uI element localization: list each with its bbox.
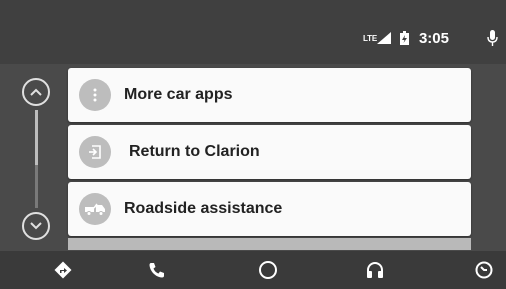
- list-item-label: More car apps: [124, 86, 233, 103]
- status-bar: LTE 3:05: [0, 0, 506, 64]
- list-item-roadside-assistance[interactable]: Roadside assistance: [68, 182, 471, 236]
- next-list-item-peek: [68, 238, 471, 250]
- list-item-label: Roadside assistance: [124, 200, 283, 217]
- signal-icon: [376, 32, 391, 44]
- microphone-icon[interactable]: [487, 30, 498, 46]
- recent-icon[interactable]: [472, 258, 496, 282]
- audio-icon[interactable]: [363, 258, 387, 282]
- chevron-down-icon: [30, 222, 42, 230]
- network-type: LTE: [363, 33, 377, 43]
- navigation-icon[interactable]: [51, 258, 75, 282]
- clock: 3:05: [418, 29, 449, 47]
- chevron-up-icon: [30, 88, 42, 96]
- list-item-return-to-clarion[interactable]: Return to Clarion: [68, 125, 471, 179]
- phone-icon[interactable]: [145, 258, 169, 282]
- more-vert-icon: [79, 79, 111, 111]
- scroll-down-button[interactable]: [22, 212, 50, 240]
- status-indicators: LTE 3:05: [363, 26, 498, 50]
- scroll-thumb[interactable]: [35, 110, 38, 165]
- android-auto-screen: LTE 3:05 More car apps Return to Clarion…: [0, 0, 506, 289]
- list-item-label: Return to Clarion: [129, 143, 260, 160]
- exit-icon: [79, 136, 111, 168]
- list-scroll-controls: [18, 78, 60, 248]
- bottom-navigation-bar: [0, 251, 506, 289]
- list-item-more-car-apps[interactable]: More car apps: [68, 68, 471, 122]
- scroll-up-button[interactable]: [22, 78, 50, 106]
- home-icon[interactable]: [256, 258, 280, 282]
- tow-truck-icon: [79, 193, 111, 225]
- battery-charging-icon: [399, 31, 409, 45]
